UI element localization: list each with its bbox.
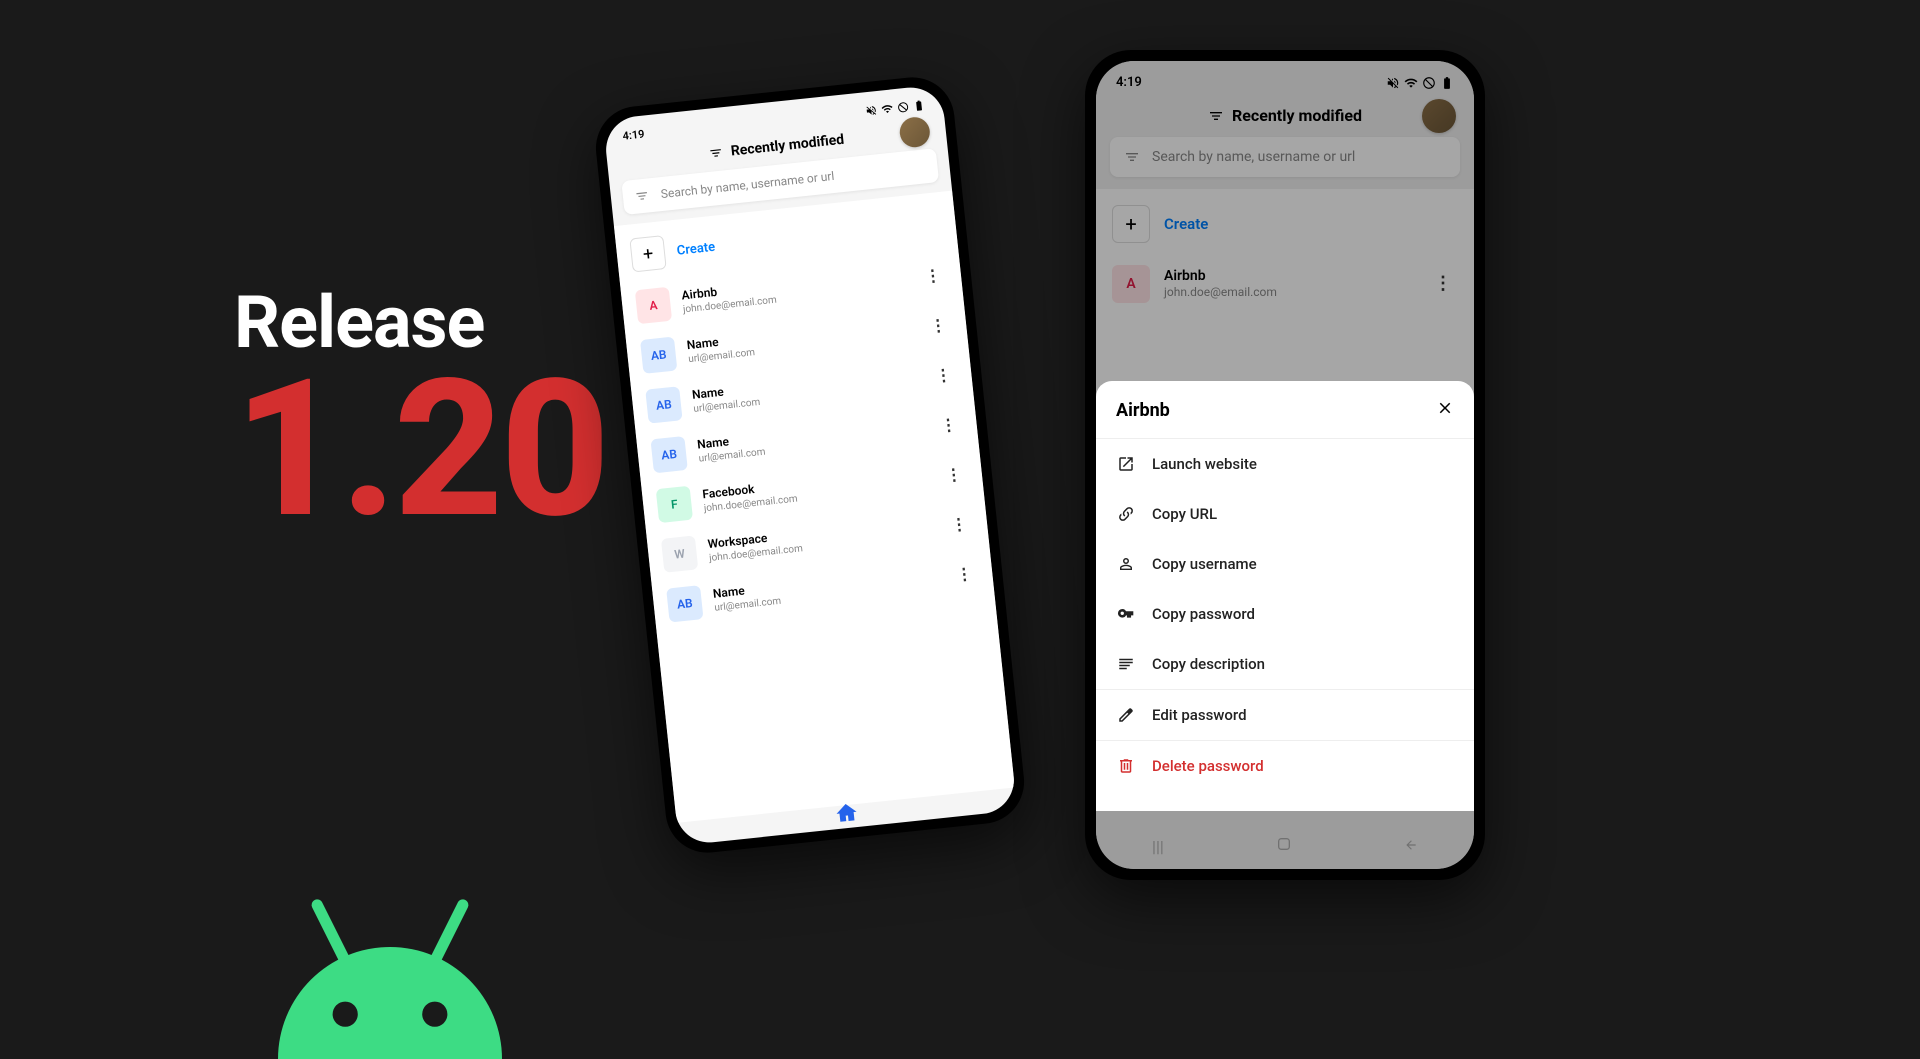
item-avatar: A <box>1112 265 1150 303</box>
do-not-disturb-icon <box>896 100 909 113</box>
mute-icon <box>1386 76 1400 90</box>
status-icons <box>1386 76 1454 90</box>
battery-icon <box>912 99 925 112</box>
external-link-icon <box>1116 455 1136 473</box>
mute-icon <box>865 104 878 117</box>
phone-mockup-sheet: 4:19 Recently modified Search by name, u… <box>1085 50 1485 880</box>
status-bar: 4:19 <box>1096 61 1474 96</box>
password-list: + Create A Airbnb john.doe@email.com ⋮ A… <box>614 191 1015 823</box>
link-icon <box>1116 505 1136 523</box>
filter-icon[interactable] <box>708 145 723 160</box>
close-icon <box>1436 399 1454 417</box>
item-avatar: W <box>661 535 698 572</box>
plus-icon: + <box>629 235 666 272</box>
wifi-icon <box>1404 76 1418 90</box>
sheet-title: Airbnb <box>1116 400 1170 421</box>
action-label: Copy URL <box>1152 505 1217 523</box>
edit-password-action[interactable]: Edit password <box>1096 689 1474 740</box>
version-number: 1.20 <box>234 365 607 536</box>
list-item[interactable]: A Airbnb john.doe@email.com ⋮ <box>1096 255 1474 313</box>
action-label: Edit password <box>1152 706 1247 724</box>
item-avatar: F <box>656 486 693 523</box>
action-sheet: Airbnb Launch website Copy URL Copy user… <box>1096 381 1474 811</box>
more-button[interactable]: ⋮ <box>929 369 958 381</box>
do-not-disturb-icon <box>1422 76 1436 90</box>
item-avatar: AB <box>650 436 687 473</box>
filter-icon <box>634 188 649 203</box>
filter-icon <box>1124 149 1140 165</box>
copy-username-action[interactable]: Copy username <box>1096 539 1474 589</box>
filter-icon[interactable] <box>1208 108 1224 124</box>
item-avatar: AB <box>640 337 677 374</box>
launch-website-action[interactable]: Launch website <box>1096 439 1474 489</box>
item-avatar: AB <box>645 386 682 423</box>
action-label: Copy password <box>1152 605 1255 623</box>
more-button[interactable]: ⋮ <box>945 519 974 531</box>
copy-password-action[interactable]: Copy password <box>1096 589 1474 639</box>
release-title-block: Release 1.20 <box>234 280 607 536</box>
user-icon <box>1116 555 1136 573</box>
battery-icon <box>1440 76 1454 90</box>
more-button[interactable]: ⋮ <box>939 469 968 481</box>
header-title-text: Recently modified <box>730 132 845 160</box>
item-avatar: AB <box>666 585 703 622</box>
trash-icon <box>1116 757 1136 775</box>
close-button[interactable] <box>1436 399 1454 422</box>
phone-mockup-list: 4:19 Recently modified Search by name, u… <box>592 73 1028 857</box>
key-icon <box>1116 605 1136 623</box>
clock: 4:19 <box>1116 75 1142 90</box>
description-icon <box>1116 655 1136 673</box>
more-button[interactable]: ⋮ <box>924 320 953 332</box>
home-icon <box>834 801 858 825</box>
create-button[interactable]: + Create <box>1096 193 1474 255</box>
more-button[interactable]: ⋮ <box>1428 279 1458 290</box>
create-label: Create <box>676 239 716 258</box>
system-nav-bar: ||| <box>1096 823 1474 869</box>
edit-icon <box>1116 706 1136 724</box>
copy-description-action[interactable]: Copy description <box>1096 639 1474 689</box>
home-button[interactable] <box>1276 836 1292 856</box>
back-button[interactable] <box>1404 837 1418 856</box>
home-tab[interactable] <box>834 801 858 825</box>
action-label: Launch website <box>1152 455 1257 473</box>
create-label: Create <box>1164 215 1208 233</box>
wifi-icon <box>881 102 894 115</box>
action-label: Copy username <box>1152 555 1257 573</box>
avatar[interactable] <box>898 116 931 149</box>
more-button[interactable]: ⋮ <box>950 568 979 580</box>
action-label: Delete password <box>1152 757 1264 775</box>
more-button[interactable]: ⋮ <box>919 270 948 282</box>
action-label: Copy description <box>1152 655 1265 673</box>
avatar[interactable] <box>1422 99 1456 133</box>
plus-icon: + <box>1112 205 1150 243</box>
more-button[interactable]: ⋮ <box>934 419 963 431</box>
delete-password-action[interactable]: Delete password <box>1096 740 1474 791</box>
header-title-text: Recently modified <box>1232 106 1362 125</box>
item-name: Airbnb <box>1164 267 1414 285</box>
android-icon <box>250 891 530 1059</box>
search-input[interactable]: Search by name, username or url <box>1110 137 1460 177</box>
status-icons <box>865 99 926 117</box>
clock: 4:19 <box>622 128 645 143</box>
search-placeholder: Search by name, username or url <box>1152 149 1355 165</box>
recents-button[interactable]: ||| <box>1152 837 1164 856</box>
item-avatar: A <box>635 287 672 324</box>
copy-url-action[interactable]: Copy URL <box>1096 489 1474 539</box>
header: Recently modified <box>1096 96 1474 137</box>
item-subtitle: john.doe@email.com <box>1164 285 1414 301</box>
